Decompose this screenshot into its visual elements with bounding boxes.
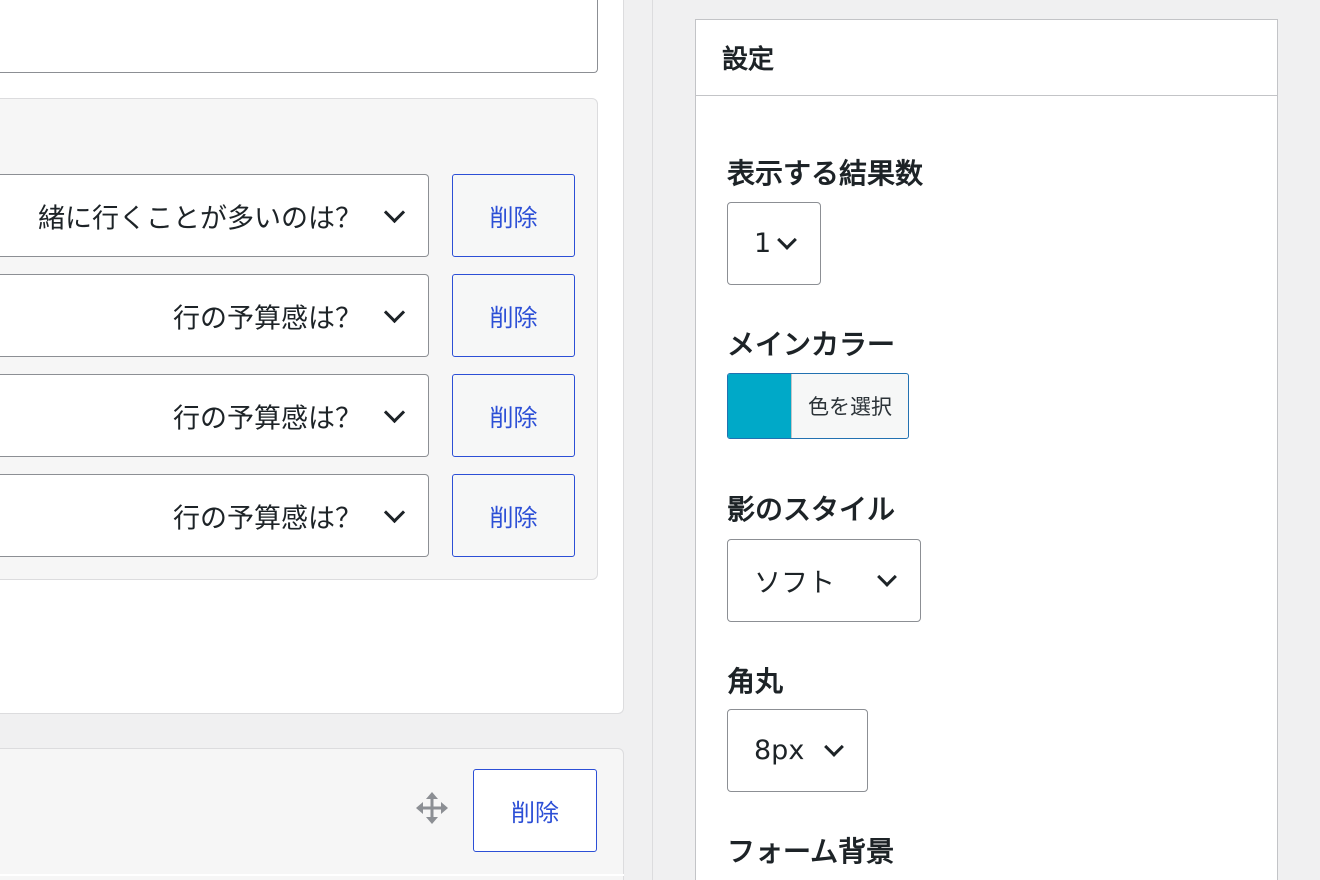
chevron-down-icon bbox=[383, 201, 406, 224]
question-select-value: 行の予算感は？ bbox=[173, 403, 362, 434]
question-select[interactable]: 緒に行くことが多いのは？ bbox=[0, 174, 429, 257]
shadow-style-select[interactable]: ソフト bbox=[727, 539, 921, 622]
divider bbox=[0, 874, 624, 876]
shadow-style-label: 影のスタイル bbox=[727, 493, 896, 526]
question-row: 行の予算感は？ 削除 bbox=[0, 274, 598, 357]
main-color-label: メインカラー bbox=[727, 328, 896, 361]
question-select[interactable]: 行の予算感は？ bbox=[0, 274, 429, 357]
question-select-value: 緒に行くことが多いのは？ bbox=[38, 203, 362, 234]
question-row: 行の予算感は？ 削除 bbox=[0, 374, 598, 457]
delete-question-button[interactable]: 削除 bbox=[452, 274, 575, 357]
question-select[interactable]: 行の予算感は？ bbox=[0, 374, 429, 457]
question-select-value: 行の予算感は？ bbox=[173, 503, 362, 534]
question-list: 緒に行くことが多いのは？ 削除 行の予算感は？ 削除 行の予算感は？ 削除 行の… bbox=[0, 98, 598, 580]
question-row: 行の予算感は？ 削除 bbox=[0, 474, 598, 557]
settings-panel: 設定 表示する結果数 1 メインカラー 色を選択 影のスタイル ソフト 角丸 8… bbox=[695, 19, 1278, 880]
color-picker-label: 色を選択 bbox=[791, 374, 908, 438]
form-background-label: フォーム背景 bbox=[727, 835, 895, 868]
border-radius-select[interactable]: 8px bbox=[727, 709, 868, 792]
move-icon[interactable] bbox=[414, 790, 450, 826]
results-count-select[interactable]: 1 bbox=[727, 202, 821, 285]
border-radius-label: 角丸 bbox=[727, 665, 784, 698]
border-radius-value: 8px bbox=[754, 735, 805, 766]
question-block: 削除 bbox=[0, 748, 624, 880]
settings-title: 設定 bbox=[696, 20, 1277, 96]
description-textarea[interactable] bbox=[0, 0, 598, 73]
chevron-down-icon bbox=[383, 401, 406, 424]
chevron-down-icon bbox=[777, 230, 797, 250]
results-count-value: 1 bbox=[754, 228, 772, 259]
results-count-label: 表示する結果数 bbox=[727, 157, 924, 190]
question-select-value: 行の予算感は？ bbox=[173, 303, 362, 334]
question-editor-panel: 緒に行くことが多いのは？ 削除 行の予算感は？ 削除 行の予算感は？ 削除 行の… bbox=[0, 0, 624, 714]
question-select[interactable]: 行の予算感は？ bbox=[0, 474, 429, 557]
shadow-style-value: ソフト bbox=[754, 568, 835, 599]
chevron-down-icon bbox=[383, 501, 406, 524]
delete-question-button[interactable]: 削除 bbox=[452, 174, 575, 257]
question-row: 緒に行くことが多いのは？ 削除 bbox=[0, 174, 598, 257]
color-swatch bbox=[728, 374, 791, 438]
main-color-picker-button[interactable]: 色を選択 bbox=[727, 373, 909, 439]
delete-question-button[interactable]: 削除 bbox=[452, 374, 575, 457]
delete-question-button[interactable]: 削除 bbox=[452, 474, 575, 557]
delete-block-button[interactable]: 削除 bbox=[473, 769, 597, 852]
chevron-down-icon bbox=[824, 737, 844, 757]
chevron-down-icon bbox=[383, 301, 406, 324]
chevron-down-icon bbox=[877, 567, 897, 587]
